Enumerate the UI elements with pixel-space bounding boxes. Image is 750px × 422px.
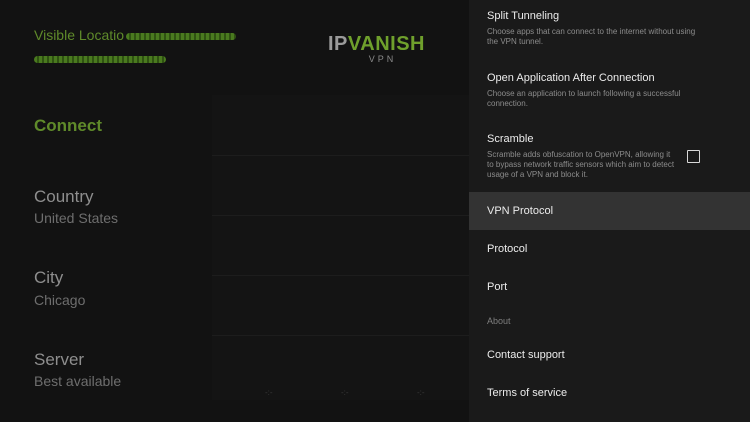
terms-item[interactable]: Terms of service — [469, 374, 750, 412]
graph-gridline — [212, 155, 469, 156]
settings-panel: Split Tunneling Choose apps that can con… — [469, 0, 750, 422]
graph-tick: -:- — [341, 388, 349, 397]
main-connection-screen: Visible Locatio IPVANISH VPN Connect Cou… — [0, 0, 469, 422]
visible-location: Visible Locatio — [34, 27, 237, 43]
vpn-protocol-item[interactable]: VPN Protocol — [469, 192, 750, 230]
scramble-title: Scramble — [487, 133, 534, 145]
open-application-title: Open Application After Connection — [487, 72, 655, 84]
open-application-item[interactable]: Open Application After Connection Choose… — [469, 62, 750, 120]
scramble-item[interactable]: Scramble Scramble adds obfuscation to Op… — [469, 123, 750, 189]
contact-support-title: Contact support — [487, 349, 565, 361]
scramble-checkbox[interactable] — [687, 150, 700, 163]
graph-gridline — [212, 275, 469, 276]
graph-tick: -:- — [265, 388, 273, 397]
graph-tick: -:- — [417, 388, 425, 397]
connect-button[interactable]: Connect — [34, 116, 102, 136]
open-application-desc: Choose an application to launch followin… — [487, 89, 681, 108]
split-tunneling-desc: Choose apps that can connect to the inte… — [487, 27, 696, 46]
ipvanish-logo: IPVANISH VPN — [328, 33, 425, 64]
scramble-desc: Scramble adds obfuscation to OpenVPN, al… — [487, 150, 675, 179]
server-value: Best available — [34, 373, 122, 389]
port-item[interactable]: Port — [469, 268, 750, 306]
split-tunneling-item[interactable]: Split Tunneling Choose apps that can con… — [469, 0, 750, 58]
about-section-header: About — [487, 316, 511, 326]
protocol-title: Protocol — [487, 243, 528, 255]
city-label[interactable]: City — [34, 268, 63, 288]
connection-graph: -:- -:- -:- — [212, 95, 469, 400]
terms-title: Terms of service — [487, 387, 568, 399]
graph-gridline — [212, 215, 469, 216]
port-title: Port — [487, 281, 508, 293]
logo-ip: IP — [328, 33, 348, 55]
city-value: Chicago — [34, 292, 86, 308]
protocol-item[interactable]: Protocol — [469, 230, 750, 268]
logo-vanish: VANISH — [347, 33, 425, 55]
contact-support-item[interactable]: Contact support — [469, 336, 750, 374]
redacted-location — [34, 56, 166, 63]
server-label[interactable]: Server — [34, 350, 84, 370]
graph-gridline — [212, 335, 469, 336]
vpn-protocol-title: VPN Protocol — [487, 205, 554, 217]
visible-location-label: Visible Locatio — [34, 27, 125, 43]
split-tunneling-title: Split Tunneling — [487, 10, 560, 22]
country-value: United States — [34, 210, 119, 226]
redacted-ip — [126, 32, 237, 40]
country-label[interactable]: Country — [34, 187, 94, 207]
